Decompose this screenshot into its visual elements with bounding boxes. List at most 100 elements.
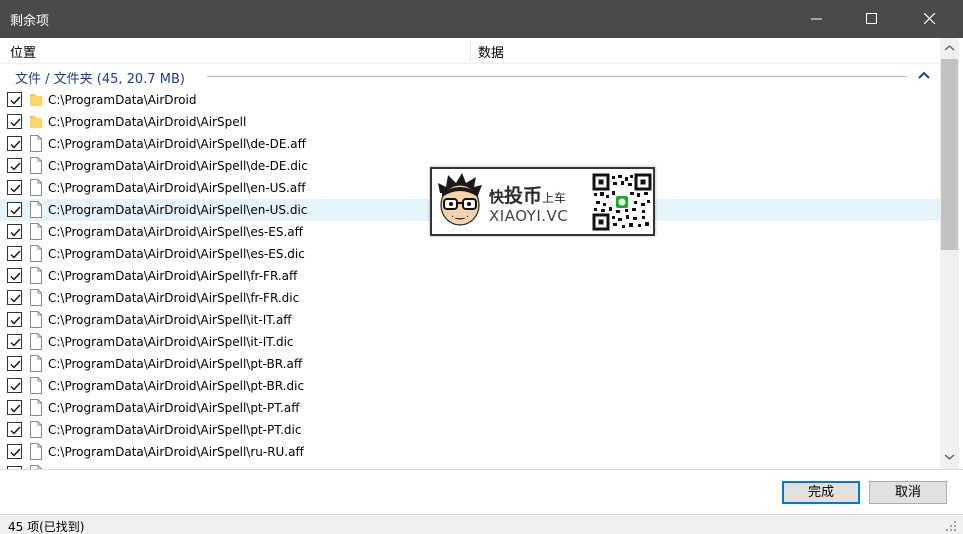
chevron-up-icon[interactable] [918, 71, 930, 79]
list-item[interactable]: C:\ProgramData\AirDroid\AirSpell\it-IT.a… [0, 309, 940, 331]
watermark-text-a: 快 [489, 188, 505, 206]
item-path: C:\ProgramData\AirDroid\AirSpell\de-DE.d… [48, 159, 308, 173]
item-checkbox[interactable] [7, 444, 22, 459]
checkmark-icon [10, 96, 21, 105]
scroll-up-icon[interactable] [944, 44, 955, 52]
done-button[interactable]: 完成 [782, 481, 860, 504]
minimize-icon [811, 18, 822, 20]
column-divider[interactable] [470, 40, 471, 62]
minimize-button[interactable] [792, 0, 842, 38]
item-checkbox[interactable] [7, 158, 22, 173]
file-icon [30, 201, 42, 218]
item-checkbox[interactable] [7, 400, 22, 415]
checkmark-icon [10, 140, 21, 149]
item-checkbox[interactable] [7, 136, 22, 151]
item-path: C:\ProgramData\AirDroid\AirSpell\pt-PT.a… [48, 401, 300, 415]
item-checkbox[interactable] [7, 180, 22, 195]
item-checkbox[interactable] [7, 312, 22, 327]
item-checkbox[interactable] [7, 290, 22, 305]
item-path: C:\ProgramData\AirDroid\AirSpell\en-US.a… [48, 181, 306, 195]
title-bar: 剩余项 [0, 0, 963, 38]
column-header: 位置 数据 [0, 38, 940, 64]
watermark-text-b: 投币 [504, 185, 543, 207]
item-path: C:\ProgramData\AirDroid\AirSpell\it-IT.d… [48, 335, 294, 349]
file-icon [30, 245, 42, 262]
list-item[interactable]: C:\ProgramData\AirDroid [0, 89, 940, 111]
status-text: 45 项(已找到) [8, 520, 85, 534]
item-list: C:\ProgramData\AirDroid C:\ProgramData\Ai… [0, 89, 940, 469]
checkmark-icon [10, 272, 21, 281]
item-checkbox[interactable] [7, 378, 22, 393]
scrollbar-thumb[interactable] [941, 59, 958, 250]
item-checkbox[interactable] [7, 202, 22, 217]
column-location[interactable]: 位置 [10, 42, 36, 61]
file-icon [30, 267, 42, 284]
list-item[interactable]: C:\ProgramData\AirDroid\AirSpell\pt-BR.a… [0, 353, 940, 375]
scroll-down-icon[interactable] [944, 453, 955, 461]
close-button[interactable] [905, 0, 955, 38]
item-path: C:\ProgramData\AirDroid\AirSpell\pt-PT.d… [48, 423, 302, 437]
item-checkbox[interactable] [7, 422, 22, 437]
item-path: C:\ProgramData\AirDroid\AirSpell\it-IT.a… [48, 313, 292, 327]
item-path: C:\ProgramData\AirDroid\AirSpell\ru-RU.a… [48, 445, 304, 459]
list-item[interactable]: C:\ProgramData\AirDroid\AirSpell [0, 111, 940, 133]
item-checkbox[interactable] [7, 114, 22, 129]
item-path: C:\ProgramData\AirDroid\AirSpell\pt-BR.a… [48, 357, 303, 371]
list-item[interactable]: C:\ProgramData\AirDroid\AirSpell\fr-FR.a… [0, 265, 940, 287]
watermark-text-c: 上车 [542, 191, 567, 205]
file-icon [30, 311, 42, 328]
checkmark-icon [10, 184, 21, 193]
list-item[interactable]: C:\ProgramData\AirDroid\AirSpell\pt-BR.d… [0, 375, 940, 397]
file-icon [30, 377, 42, 394]
column-data[interactable]: 数据 [478, 42, 504, 61]
item-checkbox[interactable] [7, 334, 22, 349]
watermark-banner: 快投币上车 XIAOYI.VC [430, 167, 655, 236]
file-icon [30, 399, 42, 416]
checkmark-icon [10, 404, 21, 413]
item-path: C:\ProgramData\AirDroid\AirSpell [48, 115, 247, 129]
item-path: C:\ProgramData\AirDroid\AirSpell\es-ES.a… [48, 225, 303, 239]
item-path: C:\ProgramData\AirDroid\AirSpell\es-ES.d… [48, 247, 305, 261]
file-icon [30, 157, 42, 174]
item-path: C:\ProgramData\AirDroid\AirSpell\pt-BR.d… [48, 379, 305, 393]
file-icon [30, 355, 42, 372]
item-checkbox[interactable] [7, 246, 22, 261]
item-path: C:\ProgramData\AirDroid\AirSpell\fr-FR.d… [48, 291, 300, 305]
item-checkbox[interactable] [7, 268, 22, 283]
checkmark-icon [10, 162, 21, 171]
list-item[interactable]: C:\ProgramData\AirDroid\AirSpell\de-DE.a… [0, 133, 940, 155]
list-item[interactable]: C:\ProgramData\AirDroid\AirSpell\fr-FR.d… [0, 287, 940, 309]
resize-grip-icon[interactable] [945, 520, 957, 532]
watermark-line1: 快投币上车 [489, 181, 566, 208]
cancel-button[interactable]: 取消 [869, 481, 947, 504]
vertical-scrollbar[interactable] [940, 38, 959, 469]
list-item[interactable]: C:\ProgramData\AirDroid\AirSpell\it-IT.d… [0, 331, 940, 353]
item-path: C:\ProgramData\AirDroid\AirSpell\fr-FR.a… [48, 269, 298, 283]
file-icon [30, 135, 42, 152]
item-checkbox[interactable] [7, 92, 22, 107]
qr-code-icon [592, 173, 652, 231]
checkmark-icon [10, 316, 21, 325]
file-icon [30, 179, 42, 196]
item-checkbox[interactable] [7, 224, 22, 239]
group-divider [207, 76, 907, 77]
item-path: C:\ProgramData\AirDroid\AirSpell\en-US.d… [48, 203, 308, 217]
group-header[interactable]: 文件 / 文件夹 (45, 20.7 MB) [0, 64, 940, 88]
group-title: 文件 / 文件夹 (45, 20.7 MB) [15, 72, 185, 87]
list-item[interactable]: C:\ProgramData\AirDroid\AirSpell\pt-PT.a… [0, 397, 940, 419]
folder-icon [30, 94, 42, 106]
checkmark-icon [10, 206, 21, 215]
window-title: 剩余项 [10, 14, 50, 29]
checkmark-icon [10, 228, 21, 237]
list-item[interactable]: C:\ProgramData\AirDroid\AirSpell\ru-RU.a… [0, 441, 940, 463]
file-icon [30, 289, 42, 306]
maximize-icon [866, 13, 877, 24]
list-item[interactable]: C:\ProgramData\AirDroid\AirSpell\pt-PT.d… [0, 419, 940, 441]
checkmark-icon [10, 338, 21, 347]
close-icon [924, 13, 936, 25]
checkmark-icon [10, 294, 21, 303]
item-path: C:\ProgramData\AirDroid\AirSpell\de-DE.a… [48, 137, 306, 151]
list-item[interactable]: C:\ProgramData\AirDroid\AirSpell\es-ES.d… [0, 243, 940, 265]
item-checkbox[interactable] [7, 356, 22, 371]
maximize-button[interactable] [847, 0, 897, 38]
